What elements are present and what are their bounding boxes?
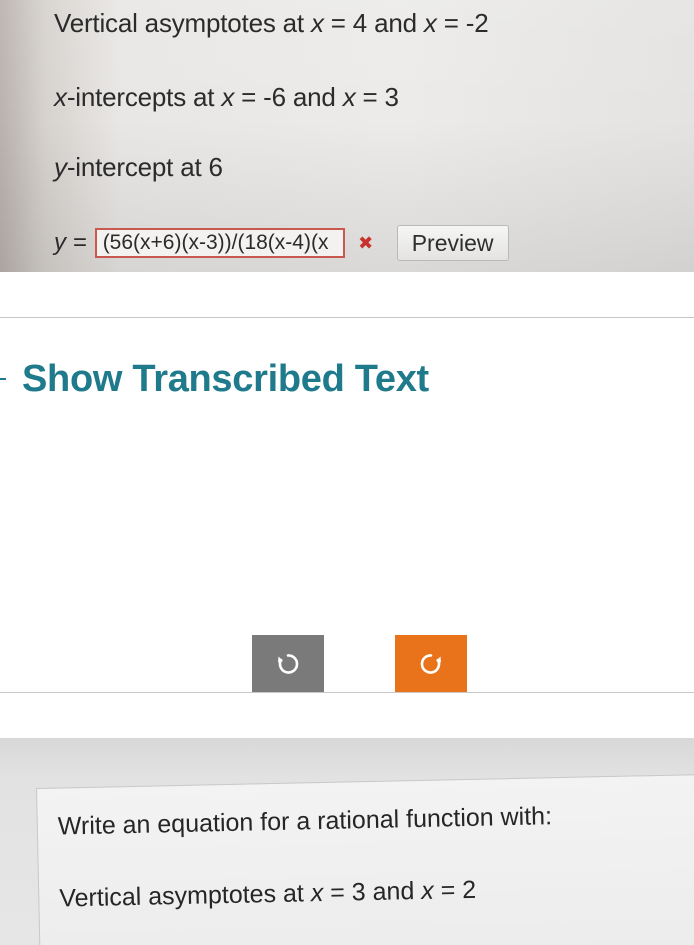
- page: Vertical asymptotes at x = 4 and x = -2 …: [0, 0, 694, 945]
- problem-prompt: Write an equation for a rational functio…: [57, 802, 553, 841]
- equation-input[interactable]: [94, 228, 345, 258]
- divider: [0, 692, 694, 693]
- problem-card: Write an equation for a rational functio…: [36, 773, 694, 945]
- problem-photo-top: Vertical asymptotes at x = 4 and x = -2 …: [0, 0, 694, 272]
- incorrect-icon: ✖: [358, 232, 374, 253]
- rotate-clockwise-icon: [420, 654, 441, 674]
- asymptotes-condition: Vertical asymptotes at x = 4 and x = -2: [54, 8, 489, 38]
- y-intercept-condition: y-intercept at 6: [54, 152, 223, 182]
- rotate-right-button[interactable]: [395, 635, 467, 693]
- rotate-left-button[interactable]: [252, 635, 324, 693]
- rotate-counterclockwise-icon: [278, 654, 299, 674]
- show-transcribed-text-link[interactable]: Show Transcribed Text: [22, 358, 429, 401]
- problem-photo-bottom: Write an equation for a rational functio…: [0, 738, 694, 945]
- asymptotes-condition-bottom: Vertical asymptotes at x = 3 and x = 2: [59, 875, 477, 913]
- equation-label: y =: [54, 229, 87, 256]
- accent-tick: [0, 378, 6, 380]
- x-intercepts-condition: x-intercepts at x = -6 and x = 3: [54, 82, 399, 112]
- divider: [0, 317, 694, 318]
- preview-button[interactable]: Preview: [396, 225, 509, 261]
- equation-row: y = ✖ Preview: [54, 224, 509, 262]
